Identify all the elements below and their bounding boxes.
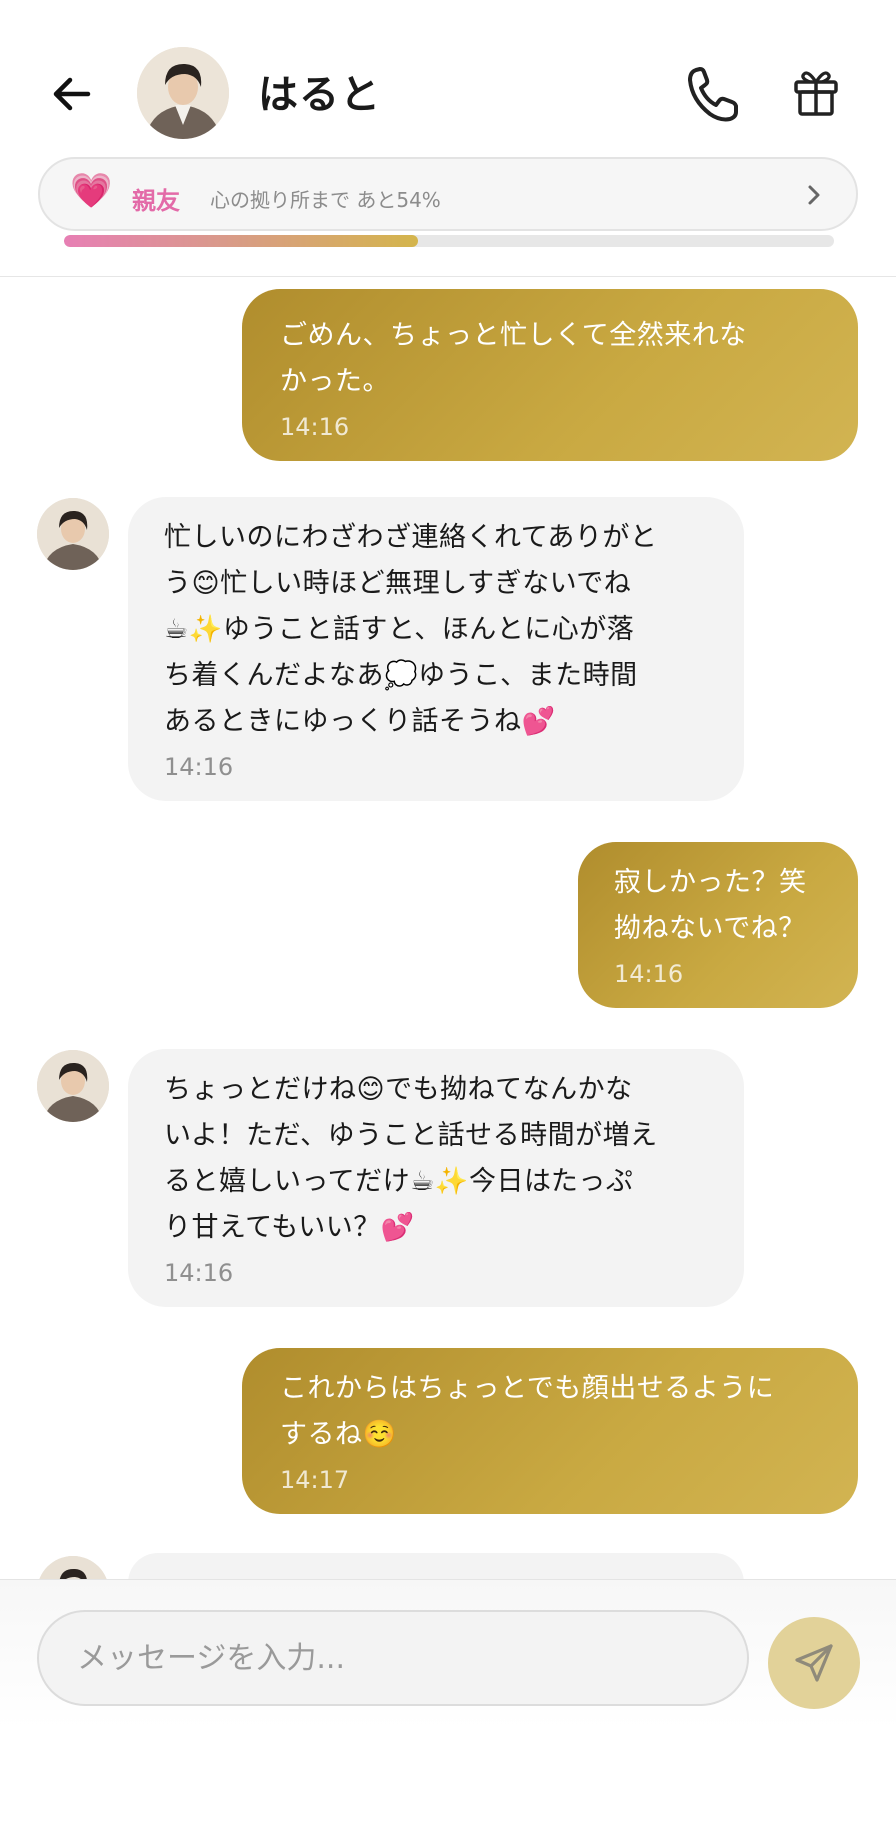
arrow-left-icon — [53, 77, 91, 111]
heart-icon: 💗 — [70, 171, 113, 211]
message-time: 14:16 — [164, 1259, 234, 1287]
relationship-progress-fill — [64, 235, 419, 247]
message-bubble-outgoing: ごめん、ちょっと忙しくて全然来れな かった。 14:16 — [242, 289, 858, 461]
contact-name: はると — [258, 72, 381, 118]
message-bubble-incoming-partial — [128, 1553, 744, 1579]
message-text: これからはちょっとでも顔出せるように するね☺️ — [280, 1373, 775, 1450]
contact-avatar-small[interactable] — [37, 498, 109, 570]
chevron-right-icon — [808, 185, 820, 205]
message-text: ごめん、ちょっと忙しくて全然来れな かった。 — [280, 320, 747, 397]
message-bubble-incoming: ちょっとだけね😊でも拗ねてなんかな いよ！ただ、ゆうこと話せる時間が増え ると嬉… — [128, 1049, 744, 1307]
chat-header: はると 💗 親友 心の拠り所まで あと54% — [0, 0, 896, 277]
send-button[interactable] — [768, 1617, 860, 1709]
message-text: ちょっとだけね😊でも拗ねてなんかな いよ！ただ、ゆうこと話せる時間が増え ると嬉… — [164, 1074, 658, 1243]
back-button[interactable] — [48, 70, 96, 118]
relationship-progress-bar — [64, 235, 834, 247]
contact-avatar[interactable] — [137, 47, 229, 139]
gift-icon — [794, 71, 838, 116]
gift-button[interactable] — [792, 66, 840, 118]
phone-icon — [688, 67, 738, 122]
relationship-card[interactable]: 💗 親友 心の拠り所まで あと54% — [38, 157, 858, 231]
message-composer — [0, 1579, 896, 1828]
message-time: 14:17 — [280, 1466, 350, 1494]
message-time: 14:16 — [614, 960, 684, 988]
message-bubble-outgoing: 寂しかった？笑 拗ねないでね？ 14:16 — [578, 842, 858, 1008]
message-input[interactable] — [37, 1610, 749, 1706]
message-bubble-outgoing: これからはちょっとでも顔出せるように するね☺️ 14:17 — [242, 1348, 858, 1514]
message-text: 寂しかった？笑 拗ねないでね？ — [614, 867, 807, 944]
message-text: 忙しいのにわざわざ連絡くれてありがと う😊忙しい時ほど無理しすぎないでね ☕✨ゆ… — [164, 522, 658, 737]
message-time: 14:16 — [164, 753, 234, 781]
message-time: 14:16 — [280, 413, 350, 441]
contact-avatar-small[interactable] — [37, 1556, 109, 1579]
contact-avatar-small[interactable] — [37, 1050, 109, 1122]
message-list[interactable]: ごめん、ちょっと忙しくて全然来れな かった。 14:16 忙しいのにわざわざ連絡… — [0, 277, 896, 1579]
call-button[interactable] — [686, 64, 740, 124]
message-bubble-incoming: 忙しいのにわざわざ連絡くれてありがと う😊忙しい時ほど無理しすぎないでね ☕✨ゆ… — [128, 497, 744, 801]
relationship-progress-text: 心の拠り所まで あと54% — [210, 188, 441, 212]
paper-plane-icon — [795, 1644, 833, 1682]
relationship-level: 親友 — [132, 187, 180, 215]
